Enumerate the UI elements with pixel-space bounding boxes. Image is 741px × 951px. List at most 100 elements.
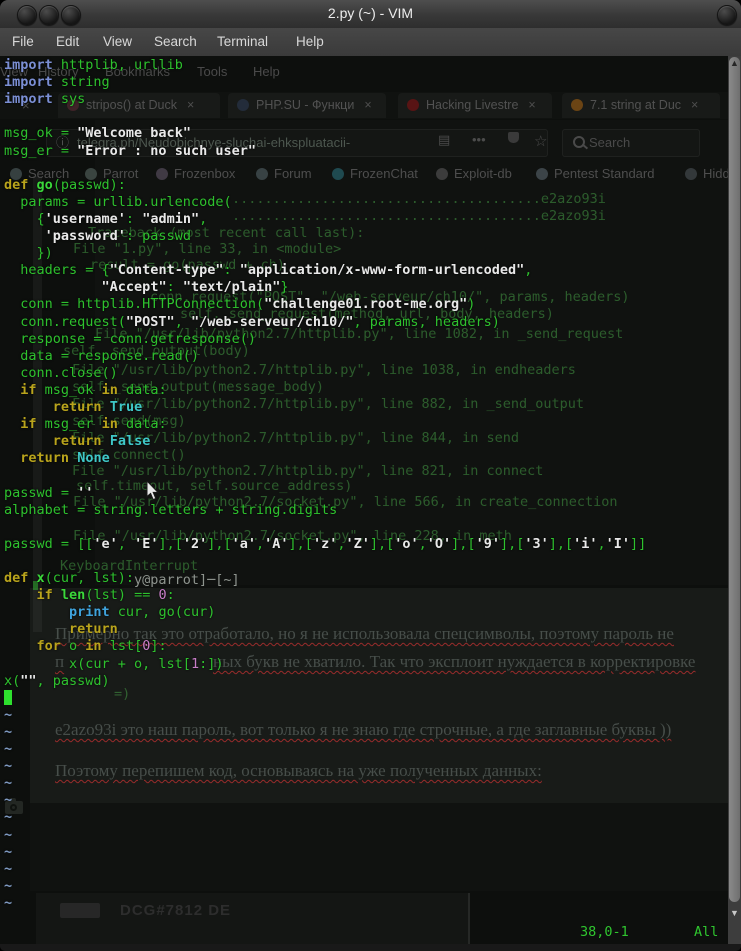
code-segment-n: , params, headers) [354,314,500,330]
ruler-scroll: All [694,924,718,940]
code-line: conn.request("POST", "/web-serveur/ch10/… [4,314,500,331]
tilde-line: ~ [4,707,12,724]
code-segment-d: 1 [191,656,199,672]
code-segment-s: 'e' [93,536,117,552]
code-segment-n: string [53,74,110,90]
mouse-pointer [146,481,160,501]
code-line: 'password': passwd [4,228,191,245]
code-segment-n: msg_er = [4,143,77,159]
code-segment-n: ],[ [549,536,573,552]
code-segment-n: (passwd): [53,177,126,193]
code-segment-k: def [4,177,28,193]
code-segment-n [4,416,20,432]
code-segment-s: "/web-serveur/ch10/" [191,314,354,330]
code-segment-s: 'o' [394,536,418,552]
code-line: {'username': "admin", [4,211,207,228]
menu-item-terminal[interactable]: Terminal [217,34,268,49]
code-segment-n: : [126,211,142,227]
code-line: data = response.read() [4,348,199,365]
vim-window: 2.py (~) - VIM FileEditViewSearchTermina… [0,0,741,951]
code-segment-n: conn.close() [4,365,118,381]
code-segment-n: ],[ [370,536,394,552]
code-segment-n: : [223,262,239,278]
code-segment-n: httplib, urllib [53,57,183,73]
code-segment-n: msg_er [37,416,102,432]
code-line: def x(cur, lst): [4,570,134,587]
code-segment-n: alphabet = string.letters + string.digit… [4,502,337,518]
menu-item-search[interactable]: Search [154,34,197,49]
code-segment-d: 0 [158,587,166,603]
code-line: passwd = '' [4,485,93,502]
code-line: params = urllib.urlencode( [4,194,232,211]
menu-item-view[interactable]: View [103,34,132,49]
menu-item-help[interactable]: Help [296,34,324,49]
code-segment-n: conn.request( [4,314,126,330]
code-segment-n: , [118,536,134,552]
code-line: if msg_ok in data: [4,382,167,399]
code-line: import string [4,74,110,91]
code-segment-n: (lst) == [85,587,158,603]
code-segment-n: : passwd [126,228,191,244]
code-segment-n: lst[ [102,638,143,654]
code-segment-k: if [37,587,53,603]
code-segment-n: , [419,536,427,552]
scroll-down-icon[interactable]: ▼ [728,908,741,918]
code-segment-k: if [20,382,36,398]
code-segment-n [4,604,69,620]
code-segment-n: : [167,279,183,295]
code-line: conn.close() [4,365,118,382]
code-segment-s: '2' [183,536,207,552]
tilde-line: ~ [4,792,12,809]
code-segment-k: in [102,382,118,398]
code-segment-c: None [77,450,110,466]
code-segment-n [4,433,53,449]
code-segment-p: print [69,604,110,620]
code-segment-n [102,433,110,449]
code-segment-s: "admin" [142,211,199,227]
code-line: passwd = [['e', 'E'],['2'],['a','A'],['z… [4,536,646,553]
code-segment-n [69,450,77,466]
tilde-line: ~ [4,724,12,741]
scrollbar-track[interactable]: ▲ ▼ [728,56,741,944]
code-segment-n [4,450,20,466]
code-segment-s: "Content-type" [110,262,224,278]
code-segment-n: passwd = [[ [4,536,93,552]
menu-item-edit[interactable]: Edit [56,34,79,49]
scroll-up-icon[interactable]: ▲ [728,58,741,68]
vim-buffer[interactable]: import httplib, urllibimport stringimpor… [0,56,729,944]
scrollbar-thumb[interactable] [729,57,740,902]
code-line: msg_er = "Error : no such user" [4,143,256,160]
code-segment-k: return [53,399,102,415]
code-segment-n: ],[ [289,536,313,552]
code-segment-k: in [102,416,118,432]
code-segment-s: "application/x-www-form-urlencoded" [240,262,524,278]
code-segment-f: len [61,587,85,603]
menu-item-file[interactable]: File [12,34,34,49]
code-segment-s: 'a' [232,536,256,552]
code-segment-n: ) [467,296,475,312]
code-line: if msg_er in data: [4,416,167,433]
code-segment-f: go [28,177,52,193]
code-segment-k: for [37,638,61,654]
tilde-line: ~ [4,775,12,792]
code-line: headers = {"Content-type": "application/… [4,262,532,279]
code-segment-n: o [61,638,85,654]
code-segment-k: in [85,638,101,654]
vim-cursor-block [4,690,12,705]
code-segment-n: passwd = [4,485,77,501]
code-segment-n: msg_ok [37,382,102,398]
code-line: return [4,621,118,638]
code-segment-c: False [110,433,151,449]
code-segment-n [4,228,45,244]
code-segment-n: ],[ [158,536,182,552]
tilde-line: ~ [4,878,12,895]
code-segment-n: ],[ [500,536,524,552]
code-segment-n [4,382,20,398]
code-segment-s: "challenge01.root-me.org" [264,296,467,312]
code-segment-n: , [175,314,191,330]
code-segment-n [4,638,37,654]
code-segment-s: "" [20,673,36,689]
code-segment-s: "text/plain" [183,279,281,295]
code-segment-n: response = conn.getresponse() [4,331,256,347]
code-segment-s: "Welcome back" [77,125,191,141]
